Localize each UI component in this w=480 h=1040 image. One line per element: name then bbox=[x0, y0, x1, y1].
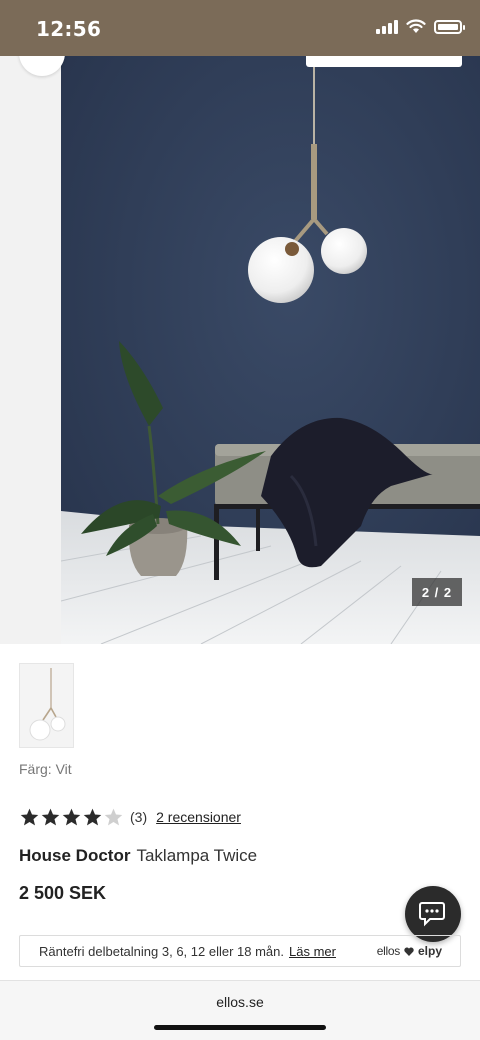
star-empty-icon bbox=[104, 808, 123, 826]
product-brand[interactable]: House Doctor bbox=[19, 846, 130, 865]
rating-count: (3) bbox=[130, 809, 148, 825]
lamp-thumbnail-image bbox=[29, 668, 66, 741]
star-filled-icon bbox=[41, 808, 60, 826]
chat-bubble-icon bbox=[419, 902, 445, 927]
product-price: 2 500 SEK bbox=[19, 883, 107, 903]
read-more-link[interactable]: Läs mer bbox=[289, 944, 336, 959]
chat-button[interactable] bbox=[405, 886, 461, 942]
status-bar: 12:56 bbox=[0, 0, 480, 56]
color-label: Färg: Vit bbox=[19, 761, 72, 777]
financing-logos: ellos elpy bbox=[377, 944, 442, 958]
color-thumbnail[interactable] bbox=[19, 663, 74, 748]
url-bar[interactable]: ellos.se bbox=[0, 994, 480, 1010]
heart-icon bbox=[404, 947, 414, 956]
battery-icon bbox=[434, 19, 465, 34]
star-filled-icon bbox=[83, 808, 102, 826]
ellos-logo: ellos bbox=[376, 944, 400, 958]
rating-row: (3) 2 recensioner bbox=[19, 807, 241, 827]
top-overlay-button[interactable] bbox=[306, 56, 462, 67]
status-icons bbox=[376, 19, 465, 34]
wifi-icon bbox=[406, 19, 426, 33]
star-filled-icon bbox=[20, 808, 39, 826]
cellular-signal-icon bbox=[376, 19, 398, 34]
financing-banner[interactable]: Räntefri delbetalning 3, 6, 12 eller 18 … bbox=[19, 935, 461, 967]
browser-toolbar: ellos.se bbox=[0, 980, 480, 1040]
product-photo-illustration bbox=[60, 56, 480, 644]
product-photo[interactable] bbox=[60, 56, 480, 644]
reviews-link[interactable]: 2 recensioner bbox=[156, 809, 241, 825]
gallery-previous-image bbox=[0, 56, 61, 644]
status-time: 12:56 bbox=[36, 17, 102, 41]
product-image-gallery[interactable]: 2 / 2 bbox=[0, 56, 480, 644]
product-name: Taklampa Twice bbox=[136, 846, 258, 865]
elpy-logo: elpy bbox=[417, 944, 442, 958]
image-counter: 2 / 2 bbox=[412, 578, 462, 606]
home-indicator[interactable] bbox=[154, 1025, 326, 1030]
financing-text: Räntefri delbetalning 3, 6, 12 eller 18 … bbox=[39, 943, 284, 959]
star-filled-icon bbox=[62, 808, 81, 826]
product-title: House Doctor Taklampa Twice bbox=[19, 846, 257, 866]
